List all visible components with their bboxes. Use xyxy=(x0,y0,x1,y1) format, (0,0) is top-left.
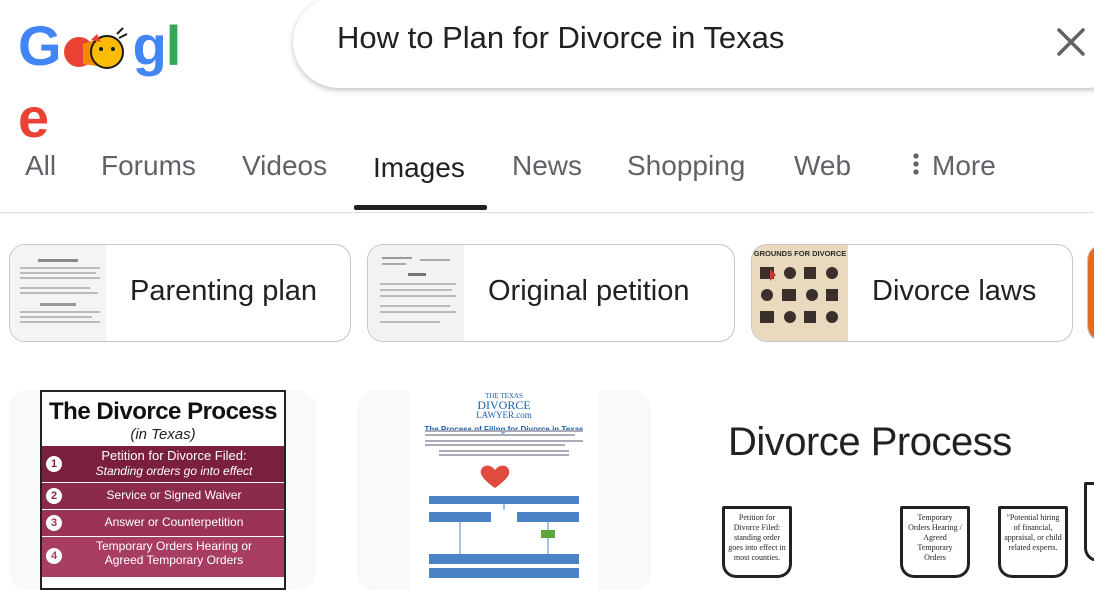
step-number-icon: 2 xyxy=(46,488,62,504)
tab-forums[interactable]: Forums xyxy=(101,150,196,182)
tab-videos[interactable]: Videos xyxy=(242,150,327,182)
flowchart xyxy=(425,430,583,578)
tab-news[interactable]: News xyxy=(512,150,582,182)
step-row: 3 Answer or Counterpetition xyxy=(42,510,284,536)
step-row: 1 Petition for Divorce Filed: Standing o… xyxy=(42,446,284,482)
step-subtitle: Standing orders go into effect xyxy=(95,464,253,478)
step-number-icon: 4 xyxy=(46,548,62,564)
chip-label: Original petition xyxy=(488,275,690,307)
doodle-ornament-icon xyxy=(61,22,133,78)
image-result[interactable]: THE TEXAS DIVORCE LAWYER.com The Process… xyxy=(357,390,651,590)
tab-more[interactable]: More xyxy=(906,150,996,182)
infographic: The Divorce Process (in Texas) 1 Petitio… xyxy=(40,390,286,590)
tab-images[interactable]: Images xyxy=(373,152,465,184)
infographic-subtitle: (in Texas) xyxy=(130,426,196,443)
brand-line: LAWYER.com xyxy=(476,410,532,420)
step-number-icon: 3 xyxy=(46,515,62,531)
step-title: Service or Signed Waiver xyxy=(106,488,242,502)
process-step-box: "Potential hiring of financial, appraisa… xyxy=(998,506,1068,578)
chip-divorce-laws[interactable]: GROUNDS FOR DIVORCE Divorce laws xyxy=(751,244,1073,342)
image-result[interactable]: The Divorce Process (in Texas) 1 Petitio… xyxy=(9,390,316,590)
infographic-title: The Divorce Process xyxy=(49,398,277,425)
search-bar[interactable]: How to Plan for Divorce in Texas xyxy=(293,0,1094,88)
step-subtitle: Agreed Temporary Orders xyxy=(104,553,244,567)
process-step-box: Temporary Orders Hearing / Agreed Tempor… xyxy=(900,506,970,578)
step-title: Answer or Counterpetition xyxy=(104,515,244,529)
step-title: Petition for Divorce Filed: xyxy=(101,448,247,463)
step-row: 4 Temporary Orders Hearing or Agreed Tem… xyxy=(42,537,284,577)
process-step-box-partial xyxy=(1084,482,1094,562)
logo-letter: l xyxy=(165,14,182,77)
logo-letter: g xyxy=(132,14,167,77)
search-tabs: All Forums Videos Images News Shopping W… xyxy=(0,140,1094,213)
more-vert-icon xyxy=(913,153,919,175)
chip-thumbnail xyxy=(1088,245,1094,341)
clear-search-button[interactable] xyxy=(1049,20,1093,64)
tab-shopping[interactable]: Shopping xyxy=(627,150,745,182)
logo-letter: G xyxy=(18,14,62,77)
google-logo[interactable]: G gle xyxy=(18,10,206,149)
step-number-icon: 1 xyxy=(46,456,62,472)
infographic: THE TEXAS DIVORCE LAWYER.com The Process… xyxy=(409,390,599,590)
tab-more-label: More xyxy=(932,150,996,181)
active-tab-indicator xyxy=(354,205,487,210)
image-result[interactable]: Divorce Process Petition for Divorce Fil… xyxy=(692,390,1094,590)
chip-label: Parenting plan xyxy=(130,275,318,307)
chip-label: Divorce laws xyxy=(872,275,1037,307)
thumb-heading: GROUNDS FOR DIVORCE xyxy=(754,249,847,258)
process-step-box: Petition for Divorce Filed: standing ord… xyxy=(722,506,792,578)
chip-partial[interactable] xyxy=(1087,244,1094,342)
step-title: Temporary Orders Hearing or xyxy=(95,539,253,553)
tab-all[interactable]: All xyxy=(25,150,56,182)
chip-original-petition[interactable]: Original petition xyxy=(367,244,735,342)
search-input[interactable]: How to Plan for Divorce in Texas xyxy=(337,20,784,56)
chip-thumbnail xyxy=(368,245,464,341)
chip-thumbnail xyxy=(10,245,106,341)
step-row: 2 Service or Signed Waiver xyxy=(42,483,284,509)
tab-web[interactable]: Web xyxy=(794,150,851,182)
chip-parenting-plan[interactable]: Parenting plan xyxy=(9,244,351,342)
close-icon xyxy=(1057,28,1085,56)
infographic-title: Divorce Process xyxy=(728,420,1012,464)
chip-thumbnail: GROUNDS FOR DIVORCE xyxy=(752,245,848,341)
infographic: Divorce Process Petition for Divorce Fil… xyxy=(692,390,1094,590)
